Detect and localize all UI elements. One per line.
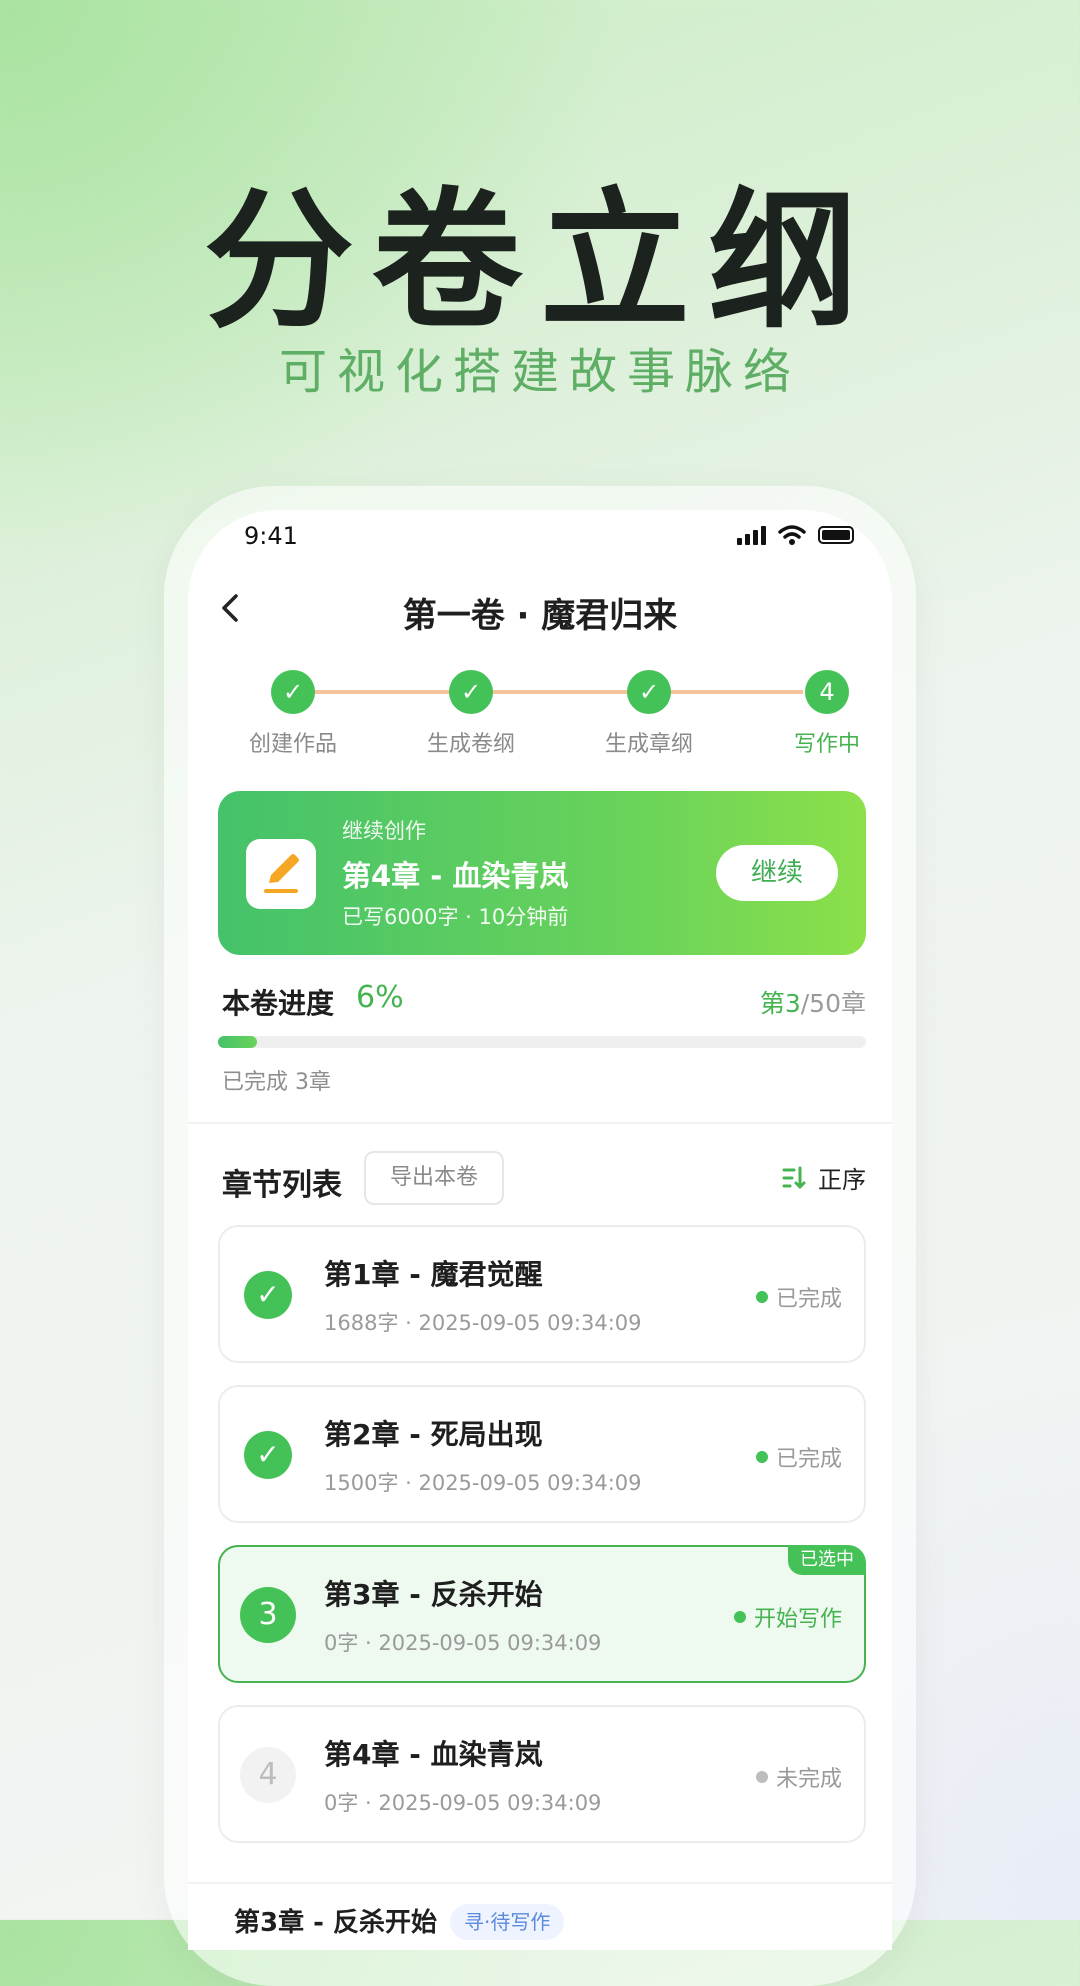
pencil-icon	[246, 839, 316, 909]
status-time: 9:41	[244, 522, 298, 550]
chapter-item[interactable]: ✓ 第2章 - 死局出现 1500字 · 2025-09-05 09:34:09…	[218, 1385, 866, 1523]
status-dot	[755, 1291, 768, 1303]
volume-progress-label: 本卷进度	[222, 987, 335, 1020]
hero-subtitle: 可视化搭建故事脉络	[278, 344, 801, 400]
continue-meta: 已写6000字 · 10分钟前	[342, 905, 569, 929]
chapter-number-badge: 3	[240, 1587, 296, 1643]
start-writing-link[interactable]: 开始写作	[733, 1601, 842, 1633]
chapter-status: 已完成	[755, 1441, 842, 1473]
continue-chapter-title: 第4章 - 血染青岚	[342, 859, 569, 893]
step-number: 4	[805, 670, 849, 714]
chapter-title: 第1章 - 魔君觉醒	[324, 1258, 543, 1291]
continue-button[interactable]: 继续	[716, 845, 838, 901]
step-label: 生成卷纲	[426, 732, 515, 757]
sort-icon	[782, 1166, 806, 1188]
chapter-title: 第2章 - 死局出现	[324, 1418, 543, 1451]
chapter-meta: 0字 · 2025-09-05 09:34:09	[324, 1791, 602, 1815]
step-writing: 4 写作中	[742, 670, 892, 758]
continue-writing-card[interactable]: 继续创作 第4章 - 血染青岚 已写6000字 · 10分钟前 继续	[218, 791, 866, 955]
check-icon: ✓	[627, 670, 671, 714]
check-icon: ✓	[244, 1271, 292, 1319]
step-chapter-outline: ✓ 生成章纲	[564, 670, 734, 758]
section-divider	[188, 1122, 892, 1124]
partial-row-tag: 寻·待写作	[450, 1904, 565, 1940]
volume-progress-percent: 6%	[356, 980, 404, 1015]
phone-screen: 9:41 第一卷 · 魔君归来 ✓ 创建作品 ✓ 生成卷纲 ✓ 生成章纲 4 写…	[188, 510, 892, 1950]
section-divider	[188, 1882, 892, 1884]
progress-stepper: ✓ 创建作品 ✓ 生成卷纲 ✓ 生成章纲 4 写作中	[208, 670, 868, 770]
chapter-item[interactable]: 4 第4章 - 血染青岚 0字 · 2025-09-05 09:34:09 未完…	[218, 1705, 866, 1843]
chapter-status: 已完成	[755, 1281, 842, 1313]
chapter-meta: 1688字 · 2025-09-05 09:34:09	[324, 1311, 642, 1335]
chapter-item[interactable]: ✓ 第1章 - 魔君觉醒 1688字 · 2025-09-05 09:34:09…	[218, 1225, 866, 1363]
step-label: 写作中	[793, 732, 860, 757]
current-chapter: 第3	[759, 989, 801, 1018]
step-volume-outline: ✓ 生成卷纲	[386, 670, 556, 758]
check-icon: ✓	[271, 670, 315, 714]
chapter-meta: 0字 · 2025-09-05 09:34:09	[324, 1631, 602, 1655]
selected-tag: 已选中	[788, 1545, 866, 1575]
chapter-counter: 第3/50章	[760, 984, 866, 1020]
continue-kicker: 继续创作	[342, 819, 426, 843]
battery-icon	[818, 526, 854, 544]
chapter-number-badge: 4	[240, 1747, 296, 1803]
chapter-item-selected[interactable]: 已选中 3 第3章 - 反杀开始 0字 · 2025-09-05 09:34:0…	[218, 1545, 866, 1683]
check-icon: ✓	[449, 670, 493, 714]
status-text: 已完成	[775, 1447, 842, 1472]
status-text: 开始写作	[753, 1607, 842, 1632]
chapter-meta: 1500字 · 2025-09-05 09:34:09	[324, 1471, 642, 1495]
check-icon: ✓	[244, 1431, 292, 1479]
step-create-work: ✓ 创建作品	[208, 670, 378, 758]
chapter-list-title: 章节列表	[222, 1168, 342, 1203]
status-text: 已完成	[775, 1287, 842, 1312]
partial-row-title: 第3章 - 反杀开始	[234, 1908, 437, 1938]
chapter-title: 第3章 - 反杀开始	[324, 1578, 543, 1611]
step-label: 创建作品	[248, 732, 337, 757]
progress-bar	[218, 1036, 866, 1048]
export-volume-button[interactable]: 导出本卷	[364, 1151, 504, 1205]
status-icons	[737, 524, 854, 546]
chapter-title: 第4章 - 血染青岚	[324, 1738, 543, 1771]
step-label: 生成章纲	[604, 732, 693, 757]
signal-icon	[737, 525, 766, 545]
progress-bar-fill	[218, 1036, 257, 1048]
status-dot	[733, 1611, 746, 1623]
sort-label: 正序	[818, 1166, 866, 1194]
chapter-status: 未完成	[755, 1761, 842, 1793]
page-title: 第一卷 · 魔君归来	[402, 596, 678, 636]
status-text: 未完成	[775, 1767, 842, 1792]
hero-title: 分卷立纲	[203, 175, 876, 349]
completed-count: 已完成 3章	[222, 1070, 331, 1095]
sort-order-button[interactable]: 正序	[780, 1160, 866, 1195]
status-dot	[755, 1771, 768, 1783]
status-dot	[755, 1451, 768, 1463]
wifi-icon	[778, 525, 806, 545]
total-chapters: /50章	[800, 989, 866, 1018]
